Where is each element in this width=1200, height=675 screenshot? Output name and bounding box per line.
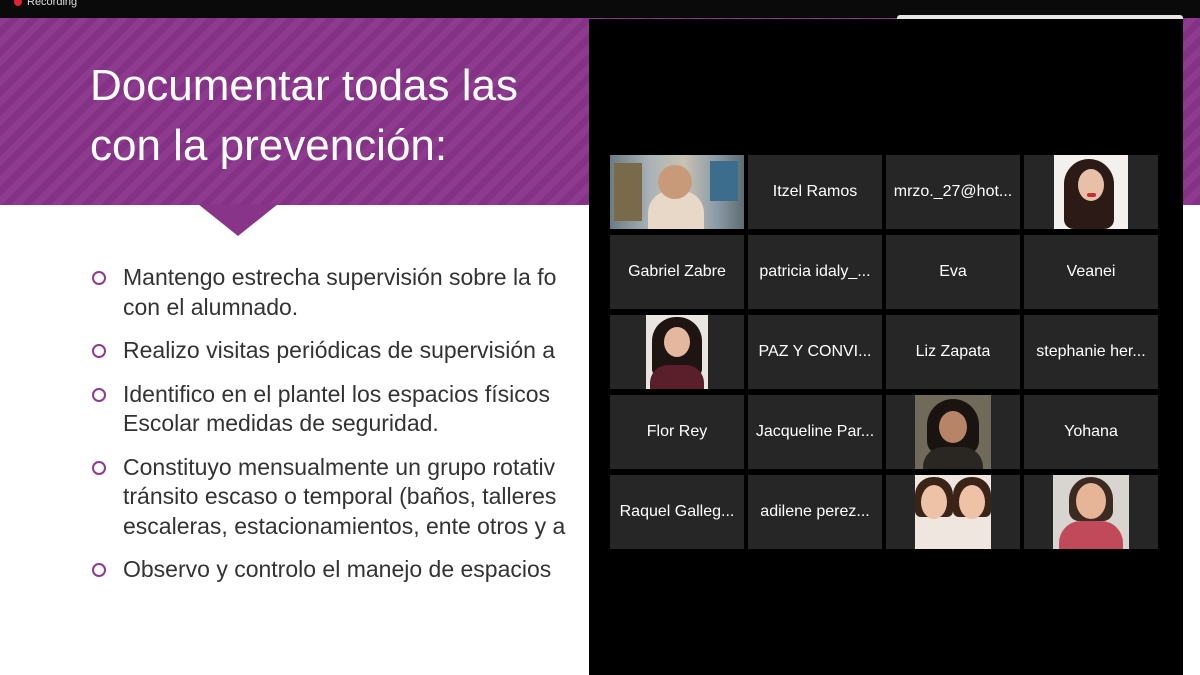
participant-grid: Itzel Ramos mrzo._27@hot... Gabriel Zabr… bbox=[610, 155, 1158, 549]
face-shape bbox=[664, 327, 690, 357]
host-video bbox=[610, 155, 744, 229]
participant-tile[interactable]: Yohana bbox=[1024, 395, 1158, 469]
participant-tile[interactable] bbox=[610, 315, 744, 389]
top-shape bbox=[1059, 521, 1123, 549]
participant-name: patricia idaly_... bbox=[759, 263, 871, 280]
body-shape bbox=[923, 447, 983, 469]
participant-name: Itzel Ramos bbox=[772, 183, 858, 200]
participant-name: Yohana bbox=[1064, 423, 1118, 440]
participant-name: Jacqueline Par... bbox=[755, 423, 875, 440]
participant-name: Gabriel Zabre bbox=[628, 263, 726, 280]
participant-name: Flor Rey bbox=[646, 423, 708, 440]
participant-name: Liz Zapata bbox=[915, 343, 991, 360]
face-shape bbox=[939, 411, 967, 443]
recording-label: Recording bbox=[27, 0, 78, 8]
participant-photo bbox=[1054, 155, 1128, 229]
participant-tile[interactable] bbox=[1024, 155, 1158, 229]
bookshelf-shape bbox=[614, 163, 642, 221]
gallery-view-window: Itzel Ramos mrzo._27@hot... Gabriel Zabr… bbox=[589, 19, 1183, 675]
participant-tile[interactable]: stephanie her... bbox=[1024, 315, 1158, 389]
participant-tile[interactable]: Raquel Galleg... bbox=[610, 475, 744, 549]
participant-tile[interactable]: Eva bbox=[886, 235, 1020, 309]
participant-photo bbox=[646, 315, 708, 389]
record-dot-icon bbox=[14, 0, 22, 6]
poster-shape bbox=[710, 161, 738, 201]
person-head-shape bbox=[658, 165, 692, 199]
bullet-circle-icon bbox=[92, 271, 106, 285]
bullet-circle-icon bbox=[92, 460, 106, 475]
participant-tile[interactable] bbox=[886, 395, 1020, 469]
participant-tile[interactable]: patricia idaly_... bbox=[748, 235, 882, 309]
participant-tile[interactable] bbox=[886, 475, 1020, 549]
participant-tile[interactable]: Gabriel Zabre bbox=[610, 235, 744, 309]
participant-tile[interactable]: Flor Rey bbox=[610, 395, 744, 469]
participant-tile[interactable]: Jacqueline Par... bbox=[748, 395, 882, 469]
participant-photo bbox=[915, 475, 991, 549]
participant-tile[interactable]: Veanei bbox=[1024, 235, 1158, 309]
participant-photo bbox=[1053, 475, 1129, 549]
participant-name: Raquel Galleg... bbox=[619, 503, 735, 520]
participant-name: adilene perez... bbox=[760, 503, 870, 520]
participant-tile[interactable]: Itzel Ramos bbox=[748, 155, 882, 229]
participant-tile-host[interactable] bbox=[610, 155, 744, 229]
participant-name: Eva bbox=[939, 263, 967, 280]
banner-pointer bbox=[198, 204, 278, 236]
face-shape bbox=[959, 485, 985, 519]
recording-indicator[interactable]: Recording bbox=[14, 0, 77, 8]
bullet-circle-icon bbox=[92, 387, 106, 402]
face-shape bbox=[921, 485, 947, 519]
participant-tile[interactable]: Liz Zapata bbox=[886, 315, 1020, 389]
participant-name: Veanei bbox=[1066, 263, 1116, 280]
participant-tile[interactable]: mrzo._27@hot... bbox=[886, 155, 1020, 229]
participant-photo bbox=[915, 395, 991, 469]
participant-name: stephanie her... bbox=[1036, 343, 1146, 360]
participant-name: mrzo._27@hot... bbox=[893, 183, 1013, 200]
participant-name: PAZ Y CONVI... bbox=[758, 343, 872, 360]
lips-shape bbox=[1087, 193, 1096, 197]
participant-tile[interactable] bbox=[1024, 475, 1158, 549]
bullet-circle-icon bbox=[92, 563, 106, 577]
participant-tile[interactable]: PAZ Y CONVI... bbox=[748, 315, 882, 389]
bullet-circle-icon bbox=[92, 344, 106, 358]
face-shape bbox=[1076, 483, 1106, 519]
top-shape bbox=[650, 365, 704, 389]
participant-tile[interactable]: adilene perez... bbox=[748, 475, 882, 549]
